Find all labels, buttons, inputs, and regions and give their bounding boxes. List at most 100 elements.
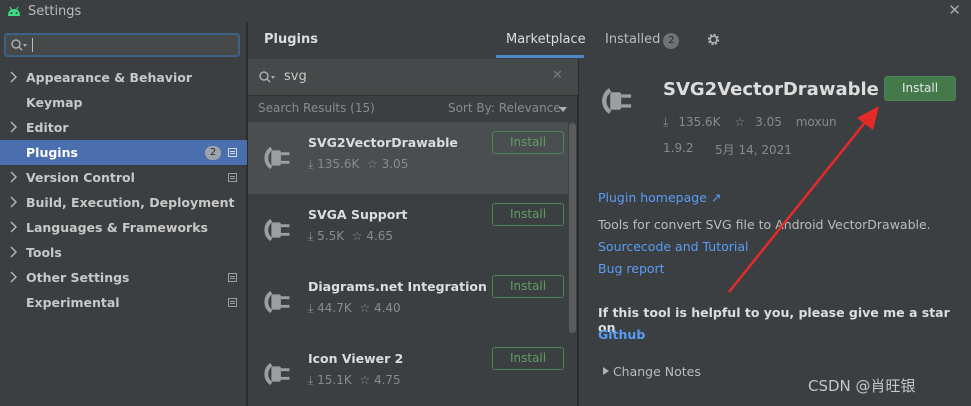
plugin-stats: ⤓ 44.7K ☆ 4.40 — [308, 301, 401, 316]
results-bar: Search Results (15) Sort By: Relevance — [248, 97, 578, 121]
settings-search-input[interactable] — [4, 33, 240, 57]
plugin-search-input[interactable]: svg ✕ — [248, 59, 578, 96]
plugin-downloads: 135.6K — [317, 157, 360, 171]
sidebar-item-build-execution-deployment[interactable]: Build, Execution, Deployment — [0, 190, 247, 215]
annotation-arrow-icon — [728, 106, 879, 293]
plugin-search-query: svg — [284, 69, 307, 84]
star-icon: ☆ — [351, 229, 363, 243]
plugin-list-item[interactable]: SVG2VectorDrawable ⤓ 135.6K ☆ 3.05 Install — [248, 122, 569, 194]
watermark: CSDN @肖旺银 — [808, 377, 916, 395]
download-icon: ⤓ — [308, 229, 314, 243]
chevron-right-icon[interactable] — [10, 221, 18, 233]
chevron-right-icon[interactable] — [10, 246, 18, 258]
plugin-install-button[interactable]: Install — [492, 131, 564, 154]
plugin-name: Diagrams.net Integration — [308, 279, 487, 294]
download-icon: ⤓ — [663, 115, 669, 129]
scrollbar-thumb[interactable] — [569, 123, 576, 333]
title-bar: Settings ✕ — [0, 0, 971, 22]
plugin-icon — [602, 88, 632, 114]
download-icon: ⤓ — [308, 157, 314, 171]
gear-icon[interactable] — [706, 32, 721, 47]
sidebar-item-label: Tools — [26, 245, 62, 260]
window-title: Settings — [28, 3, 82, 19]
sidebar-item-languages-frameworks[interactable]: Languages & Frameworks — [0, 215, 247, 240]
star-icon: ☆ — [359, 301, 371, 315]
plugin-detail-downloads: 135.6K — [678, 115, 721, 129]
plugin-icon — [264, 146, 290, 170]
plugin-icon — [264, 218, 290, 242]
plugin-list-item[interactable]: Diagrams.net Integration ⤓ 44.7K ☆ 4.40 In… — [248, 266, 569, 338]
results-count: Search Results (15) — [258, 101, 375, 115]
star-icon: ☆ — [359, 373, 371, 387]
sidebar-item-other-settings[interactable]: Other Settings — [0, 265, 247, 290]
change-notes-toggle[interactable]: Change Notes — [605, 364, 701, 379]
sidebar-item-label: Keymap — [26, 95, 83, 110]
project-scope-icon — [228, 273, 237, 282]
sidebar-item-label: Build, Execution, Deployment — [26, 195, 235, 210]
plugin-downloads: 15.1K — [317, 373, 352, 387]
tab-marketplace[interactable]: Marketplace — [506, 32, 586, 47]
sidebar-item-version-control[interactable]: Version Control — [0, 165, 247, 190]
chevron-right-icon[interactable] — [10, 171, 18, 183]
plugin-stats: ⤓ 15.1K ☆ 4.75 — [308, 373, 401, 388]
plugins-count-badge: 2 — [205, 146, 221, 160]
plugin-rating: 4.65 — [366, 229, 394, 243]
sidebar-item-keymap[interactable]: Keymap — [0, 90, 247, 115]
text-cursor — [32, 38, 33, 52]
plugin-name: SVG2VectorDrawable — [308, 135, 458, 150]
sidebar-item-label: Editor — [26, 120, 69, 135]
chevron-right-icon[interactable] — [10, 196, 18, 208]
chevron-right-icon[interactable] — [10, 71, 18, 83]
plugin-install-button[interactable]: Install — [492, 347, 564, 370]
plugin-stats: ⤓ 5.5K ☆ 4.65 — [308, 229, 393, 244]
github-link[interactable]: Github — [598, 327, 645, 342]
plugin-detail-name: SVG2VectorDrawable — [663, 79, 879, 100]
plugin-install-button[interactable]: Install — [492, 275, 564, 298]
plugin-homepage-link[interactable]: Plugin homepage ↗ — [598, 190, 721, 205]
change-notes-label: Change Notes — [612, 364, 701, 379]
plugin-name: Icon Viewer 2 — [308, 351, 404, 366]
search-icon — [259, 71, 275, 83]
sidebar-item-appearance-behavior[interactable]: Appearance & Behavior — [0, 65, 247, 90]
star-icon: ☆ — [367, 157, 378, 171]
settings-sidebar: Appearance & Behavior Keymap Editor Plugins… — [0, 22, 247, 406]
plugin-rating: 3.05 — [381, 157, 409, 171]
chevron-right-icon[interactable] — [10, 271, 18, 283]
active-tab-indicator — [496, 55, 584, 58]
plugin-install-button[interactable]: Install — [492, 203, 564, 226]
plugin-rating: 4.75 — [373, 373, 401, 387]
search-icon — [11, 39, 27, 51]
tab-installed[interactable]: Installed 2 — [605, 32, 680, 49]
sidebar-item-tools[interactable]: Tools — [0, 240, 247, 265]
install-button[interactable]: Install — [884, 76, 956, 101]
sidebar-item-label: Experimental — [26, 295, 120, 310]
plugin-icon — [264, 290, 290, 314]
plugin-list-item[interactable]: Icon Viewer 2 ⤓ 15.1K ☆ 4.75 Install — [248, 338, 569, 406]
download-icon: ⤓ — [308, 373, 314, 387]
installed-count-badge: 2 — [663, 33, 680, 49]
android-icon — [8, 6, 20, 16]
chevron-down-icon — [559, 107, 567, 112]
sidebar-item-editor[interactable]: Editor — [0, 115, 247, 140]
bug-report-link[interactable]: Bug report — [598, 261, 665, 276]
close-icon[interactable]: ✕ — [948, 1, 961, 19]
plugin-version: 1.9.2 — [663, 141, 694, 155]
sidebar-item-label: Plugins — [26, 145, 78, 160]
sidebar-item-label: Version Control — [26, 170, 135, 185]
sidebar-item-plugins[interactable]: Plugins 2 — [0, 140, 247, 165]
plugins-header: Plugins Marketplace Installed 2 — [248, 22, 971, 59]
sidebar-item-label: Appearance & Behavior — [26, 70, 192, 85]
plugin-downloads: 5.5K — [317, 229, 345, 243]
page-title: Plugins — [264, 32, 318, 47]
clear-search-icon[interactable]: ✕ — [552, 68, 563, 83]
plugin-list-panel: svg ✕ Search Results (15) Sort By: Relev… — [248, 59, 578, 406]
plugin-name: SVGA Support — [308, 207, 408, 222]
chevron-right-icon[interactable] — [10, 121, 18, 133]
project-scope-icon — [228, 173, 237, 182]
plugin-icon — [264, 362, 290, 386]
project-scope-icon — [228, 298, 237, 307]
help-text: If this tool is helpful to you, please g… — [598, 305, 950, 335]
sidebar-item-experimental[interactable]: Experimental — [0, 290, 247, 315]
plugin-list-item[interactable]: SVGA Support ⤓ 5.5K ☆ 4.65 Install — [248, 194, 569, 266]
sort-dropdown[interactable]: Sort By: Relevance — [448, 101, 561, 115]
